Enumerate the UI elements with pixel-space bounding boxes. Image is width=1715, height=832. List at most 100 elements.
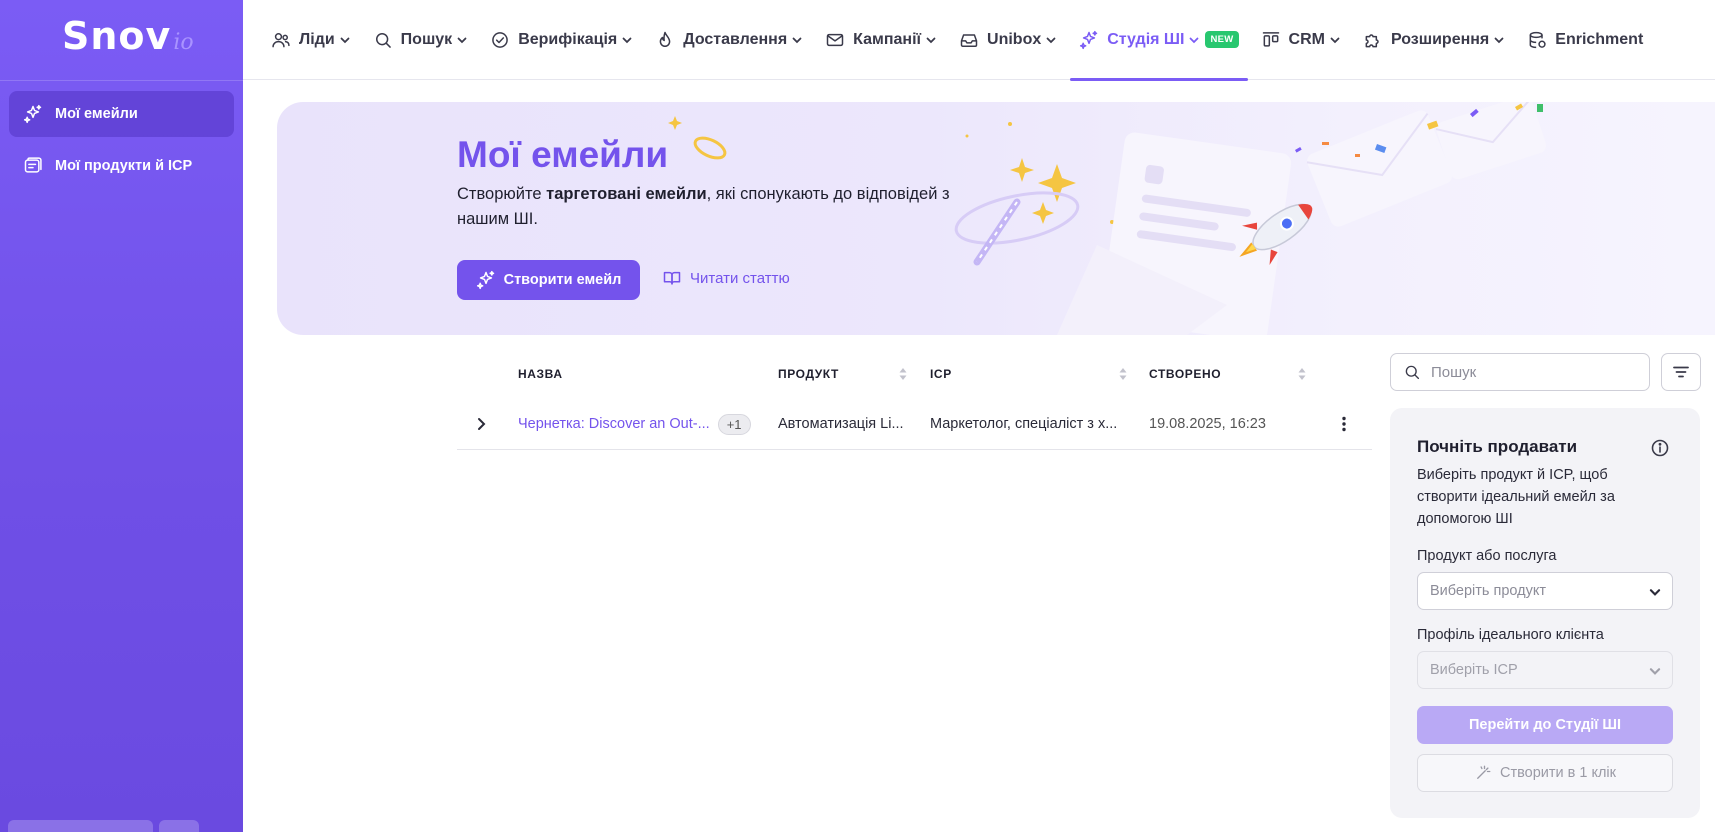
nav-item-extensions[interactable]: Розширення: [1363, 0, 1505, 80]
sidebar-item-products-icp[interactable]: Мої продукти й ICP: [9, 143, 234, 189]
nav-label: Кампанії: [853, 30, 922, 48]
mail-icon: [826, 33, 844, 46]
rocket-decoration: [1239, 203, 1313, 266]
banner-subtitle: Створюйте таргетовані емейли, які спонук…: [457, 182, 977, 232]
icp-select-placeholder: Виберіть ICP: [1430, 662, 1518, 678]
column-header-product: ПРОДУКТ: [778, 367, 839, 381]
column-header-icp: ICP: [930, 367, 952, 381]
nav-label: Доставлення: [683, 30, 788, 48]
search-input[interactable]: [1431, 363, 1631, 381]
top-navigation: Ліди Пошук Верифікація Доставлення Кампа…: [243, 0, 1715, 81]
panel-title: Почніть продавати: [1417, 437, 1578, 456]
sidebar-item-my-emails[interactable]: Мої емейли: [9, 91, 234, 137]
magic-wand-icon: [1477, 765, 1491, 779]
new-badge: NEW: [1205, 31, 1239, 48]
nav-item-crm[interactable]: CRM: [1261, 0, 1341, 80]
nav-label: Unibox: [987, 30, 1042, 48]
product-cell: Автоматизація Li...: [778, 416, 904, 432]
extra-count-badge[interactable]: +1: [717, 413, 751, 435]
email-name-link[interactable]: Чернетка: Discover an Out-...: [518, 416, 710, 432]
search-icon: [375, 32, 391, 48]
nav-item-unibox[interactable]: Unibox: [959, 0, 1057, 80]
product-field-label: Продукт або послуга: [1417, 548, 1557, 564]
nav-label: Студія ШІ: [1107, 30, 1185, 48]
confetti-decoration: [1294, 103, 1543, 157]
nav-label: Розширення: [1390, 30, 1490, 48]
sidebar-item-label: Мої емейли: [55, 106, 138, 122]
table-row[interactable]: Чернетка: Discover an Out-... +1 Автомат…: [457, 398, 1372, 450]
sparkles-icon: [1080, 30, 1098, 49]
nav-item-campaigns[interactable]: Кампанії: [825, 0, 937, 80]
users-icon: [272, 32, 290, 47]
icp-select[interactable]: Виберіть ICP: [1417, 651, 1673, 689]
envelope-decoration: [1057, 102, 1547, 335]
create-email-button[interactable]: Створити емейл: [457, 260, 640, 300]
check-circle-icon: [492, 31, 509, 48]
chevron-right-icon[interactable]: [471, 414, 491, 434]
snovio-logo[interactable]: Snov io: [62, 14, 194, 68]
nav-label: Enrichment: [1555, 30, 1644, 48]
sort-icon[interactable]: [1118, 365, 1128, 383]
logo-main: Snov: [62, 14, 172, 58]
nav-item-search[interactable]: Пошук: [373, 0, 469, 80]
nav-item-deliverability[interactable]: Доставлення: [655, 0, 803, 80]
product-select[interactable]: Виберіть продукт: [1417, 572, 1673, 610]
chevron-down-icon: [792, 37, 802, 43]
subtitle-bold: таргетовані емейли: [546, 185, 707, 203]
go-to-ai-studio-button[interactable]: Перейти до Студії ШІ: [1417, 706, 1673, 744]
sparkles-icon: [476, 270, 494, 290]
column-header-created: СТВОРЕНО: [1149, 367, 1222, 381]
nav-item-ai-studio[interactable]: Студія ШІ NEW: [1070, 0, 1248, 81]
emails-table: НАЗВА ПРОДУКТ ICP СТВОРЕНО Чернетка: Dis…: [457, 352, 1372, 450]
nav-item-verification[interactable]: Верифікація: [490, 0, 633, 80]
kanban-icon: [1262, 31, 1279, 47]
chevron-down-icon: [457, 37, 467, 43]
chevron-down-icon: [1190, 37, 1199, 43]
chevron-down-icon: [1046, 37, 1056, 43]
info-icon[interactable]: [1650, 438, 1670, 458]
go-to-ai-studio-label: Перейти до Студії ШІ: [1468, 717, 1622, 733]
hero-banner: Мої емейли Створюйте таргетовані емейли,…: [277, 102, 1715, 335]
more-vertical-icon[interactable]: [1334, 414, 1354, 434]
sidebar-divider: [0, 80, 243, 81]
read-article-link[interactable]: Читати статтю: [662, 268, 790, 288]
chevron-down-icon: [926, 37, 936, 43]
app-root: Snov io Мої емейли Мої продукти й ICP Лі…: [0, 0, 1715, 832]
search-icon: [1405, 365, 1420, 380]
page-title: Мої емейли: [457, 134, 669, 175]
panel-description: Виберіть продукт й ICP, щоб створити іде…: [1417, 467, 1615, 527]
create-email-label: Створити емейл: [503, 272, 622, 288]
chevron-down-icon: [340, 37, 350, 43]
sort-icon[interactable]: [1297, 365, 1307, 383]
book-open-icon: [663, 271, 681, 285]
column-header-name: НАЗВА: [518, 367, 563, 381]
product-list-icon: [24, 157, 42, 173]
created-cell: 19.08.2025, 16:23: [1149, 416, 1266, 432]
logo-suffix: io: [173, 30, 194, 55]
nav-label: Ліди: [299, 30, 335, 48]
sparkles-icon: [23, 104, 42, 124]
subtitle-part: Створюйте: [457, 185, 547, 203]
icp-cell: Маркетолог, спеціаліст з х...: [930, 416, 1118, 432]
sort-icon[interactable]: [898, 365, 908, 383]
nav-item-leads[interactable]: Ліди: [271, 0, 351, 80]
chevron-down-icon: [1494, 37, 1504, 43]
title-sparkle-decoration: [668, 116, 727, 160]
email-name-cell: Чернетка: Discover an Out-... +1: [518, 398, 768, 450]
puzzle-icon: [1365, 33, 1379, 47]
nav-label: CRM: [1288, 30, 1325, 48]
start-selling-panel: Почніть продавати Виберіть продукт й ICP…: [1390, 408, 1700, 818]
filter-button[interactable]: [1661, 353, 1701, 391]
search-box[interactable]: [1390, 353, 1650, 391]
chevron-down-icon: [622, 37, 632, 43]
flame-icon: [659, 31, 671, 47]
create-one-click-button[interactable]: Створити в 1 клік: [1417, 754, 1673, 792]
icp-field-label: Профіль ідеального клієнта: [1417, 627, 1604, 643]
read-article-label: Читати статтю: [690, 269, 790, 287]
database-icon: [1529, 31, 1546, 48]
sidebar-footer-stub: [8, 820, 199, 832]
nav-label: Верифікація: [518, 30, 618, 48]
nav-item-enrichment[interactable]: Enrichment: [1527, 0, 1643, 80]
nav-label: Пошук: [400, 30, 453, 48]
table-header: НАЗВА ПРОДУКТ ICP СТВОРЕНО: [457, 352, 1372, 398]
